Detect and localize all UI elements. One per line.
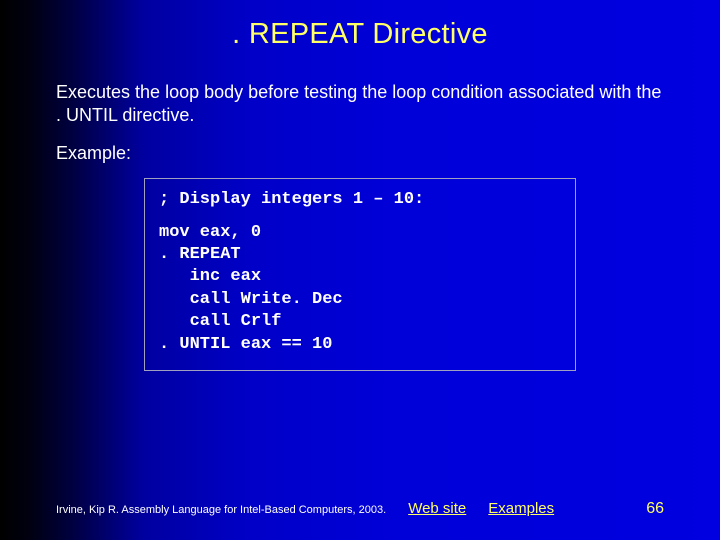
code-body: mov eax, 0 . REPEAT inc eax call Write. … bbox=[159, 223, 343, 354]
footer-credit: Irvine, Kip R. Assembly Language for Int… bbox=[56, 504, 386, 516]
code-box: ; Display integers 1 – 10: mov eax, 0 . R… bbox=[144, 178, 576, 371]
slide: . REPEAT Directive Executes the loop bod… bbox=[0, 0, 720, 540]
code-comment: ; Display integers 1 – 10: bbox=[159, 189, 561, 211]
examples-link[interactable]: Examples bbox=[488, 500, 554, 517]
description-text: Executes the loop body before testing th… bbox=[56, 81, 664, 127]
website-link[interactable]: Web site bbox=[408, 500, 466, 517]
footer: Irvine, Kip R. Assembly Language for Int… bbox=[56, 500, 664, 518]
example-label: Example: bbox=[56, 143, 664, 164]
page-number: 66 bbox=[646, 500, 664, 518]
slide-title: . REPEAT Directive bbox=[0, 0, 720, 51]
